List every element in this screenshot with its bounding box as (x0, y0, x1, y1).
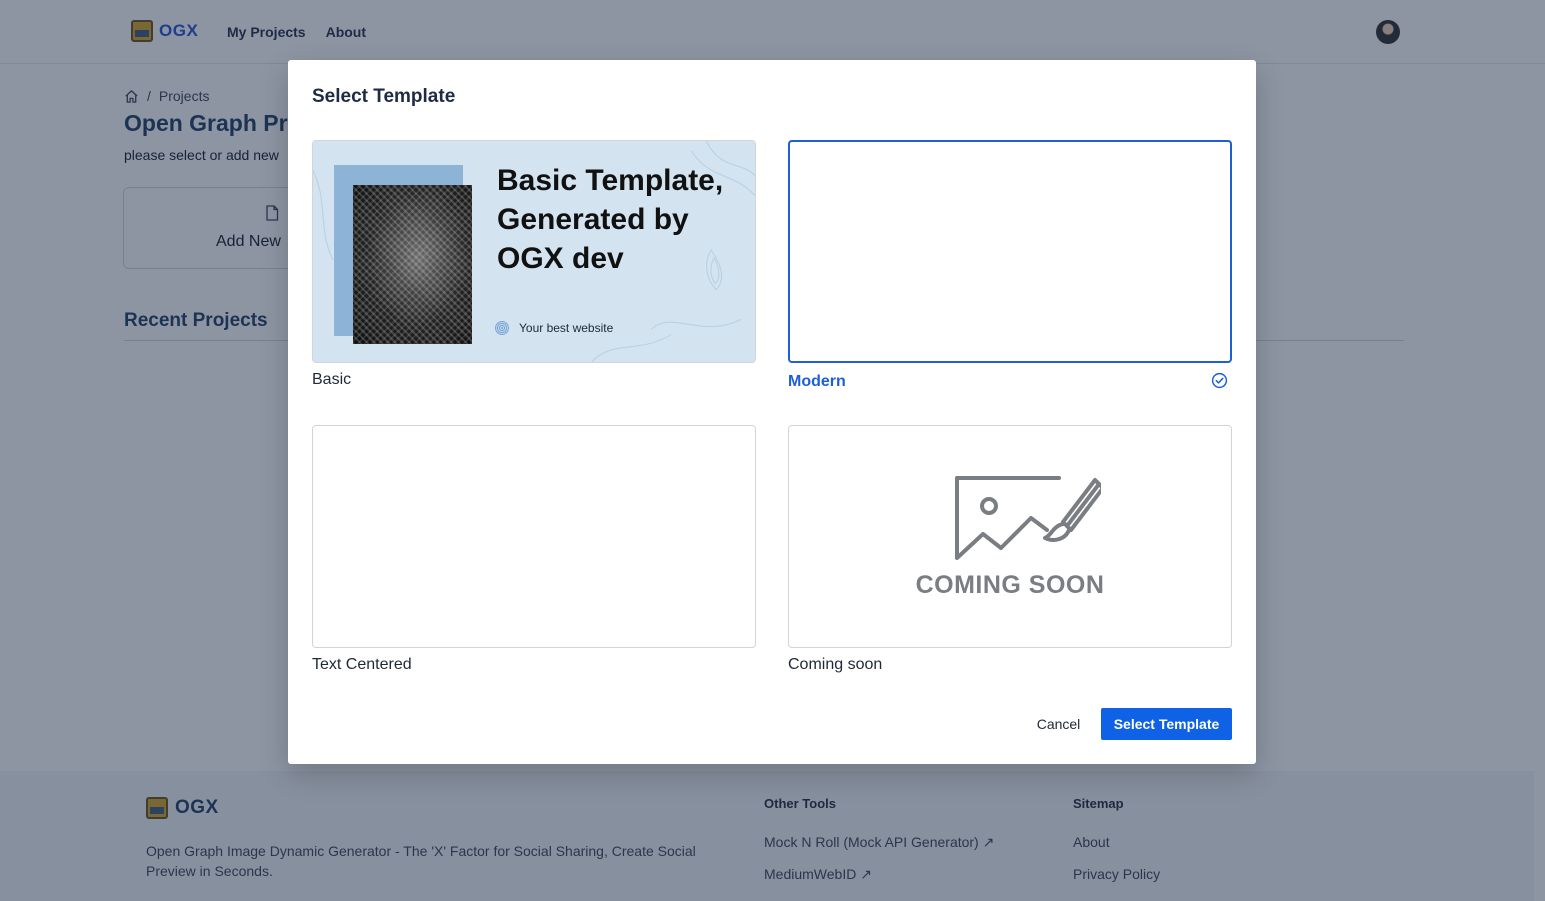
modal-title: Select Template (312, 86, 456, 107)
template-label-modern: Modern (788, 373, 846, 390)
coming-soon-text: COMING SOON (915, 571, 1105, 599)
check-circle-icon (1211, 372, 1228, 389)
template-card-modern[interactable] (788, 140, 1232, 363)
select-template-modal: Select Template Basic Template, Generate… (288, 60, 1256, 764)
basic-template-preview: Basic Template, Generated by OGX dev You… (313, 141, 755, 362)
basic-preview-site: Your best website (495, 321, 613, 335)
template-card-text-centered[interactable] (312, 425, 756, 648)
template-label-text-centered: Text Centered (312, 656, 412, 673)
basic-preview-title: Basic Template, Generated by OGX dev (497, 164, 724, 275)
select-template-button[interactable]: Select Template (1101, 708, 1232, 740)
template-card-coming-soon[interactable]: COMING SOON (788, 425, 1232, 648)
image-edit-icon (955, 476, 1101, 560)
coming-soon-preview: COMING SOON (789, 426, 1231, 647)
cancel-button[interactable]: Cancel (1026, 708, 1091, 740)
basic-preview-site-text: Your best website (519, 321, 614, 335)
template-label-coming-soon: Coming soon (788, 656, 883, 673)
template-label-basic: Basic (312, 371, 352, 388)
template-card-basic[interactable]: Basic Template, Generated by OGX dev You… (312, 140, 756, 363)
site-logo-icon (495, 321, 509, 335)
basic-photo (353, 185, 472, 344)
